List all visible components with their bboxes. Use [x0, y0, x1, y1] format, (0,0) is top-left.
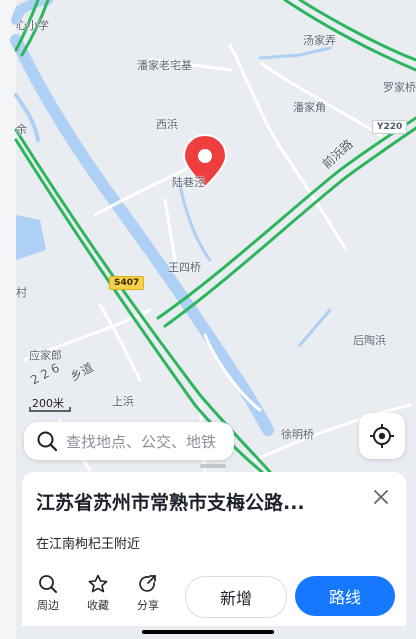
scale-label: 200米 [32, 397, 64, 410]
share-label: 分享 [137, 599, 159, 612]
label-yingjialang: 应家郎 [29, 349, 62, 362]
label-houtaobang: 后陶浜 [353, 334, 386, 347]
sheet-drag-handle[interactable] [200, 464, 226, 468]
label-panjialaozhaiji: 潘家老宅基 [137, 59, 192, 72]
add-button[interactable]: 新增 [185, 576, 287, 618]
road-badge-y220: Y220 [372, 120, 408, 134]
place-card: 江苏省苏州市常熟市支梅公路... 在江南枸杞王附近 [22, 472, 406, 568]
label-luxiangjing: 陆巷泾 [172, 176, 205, 189]
close-icon[interactable] [372, 488, 390, 506]
label-luojia: 罗家桥 [383, 81, 416, 94]
share-button[interactable]: 分享 [128, 574, 168, 613]
place-title: 江苏省苏州市常熟市支梅公路... [36, 492, 305, 514]
label-shangbang: 上浜 [112, 395, 134, 408]
bottom-action-bar: 周边 收藏 分享 新增 路线 [22, 568, 406, 626]
share-icon [139, 575, 156, 592]
locate-button[interactable] [359, 413, 405, 459]
favorite-label: 收藏 [87, 599, 109, 612]
place-subtitle: 在江南枸杞王附近 [36, 537, 141, 552]
label-tangjianong: 汤家弄 [303, 34, 336, 47]
home-indicator[interactable] [142, 630, 274, 634]
favorite-button[interactable]: 收藏 [78, 574, 118, 613]
nearby-button[interactable]: 周边 [28, 574, 68, 613]
search-icon [39, 575, 57, 593]
nearby-label: 周边 [37, 599, 59, 612]
highway-badge-s407: S407 [109, 276, 145, 290]
label-panjiajiao: 潘家角 [293, 101, 326, 114]
search-icon [37, 431, 58, 452]
route-button[interactable]: 路线 [295, 576, 395, 616]
star-icon [88, 574, 108, 593]
label-school: 心小学 [16, 19, 49, 32]
search-box[interactable]: 查找地点、公交、地铁 [24, 422, 234, 460]
label-xibang: 西浜 [156, 118, 178, 131]
label-wangsiqiao: 王四桥 [168, 261, 201, 274]
label-cun: 村 [16, 286, 27, 299]
crosshair-icon [370, 424, 394, 448]
label-xuqiaoqiao: 徐明桥 [281, 428, 314, 441]
search-placeholder: 查找地点、公交、地铁 [66, 432, 217, 451]
label-edge: 余 [16, 123, 27, 136]
